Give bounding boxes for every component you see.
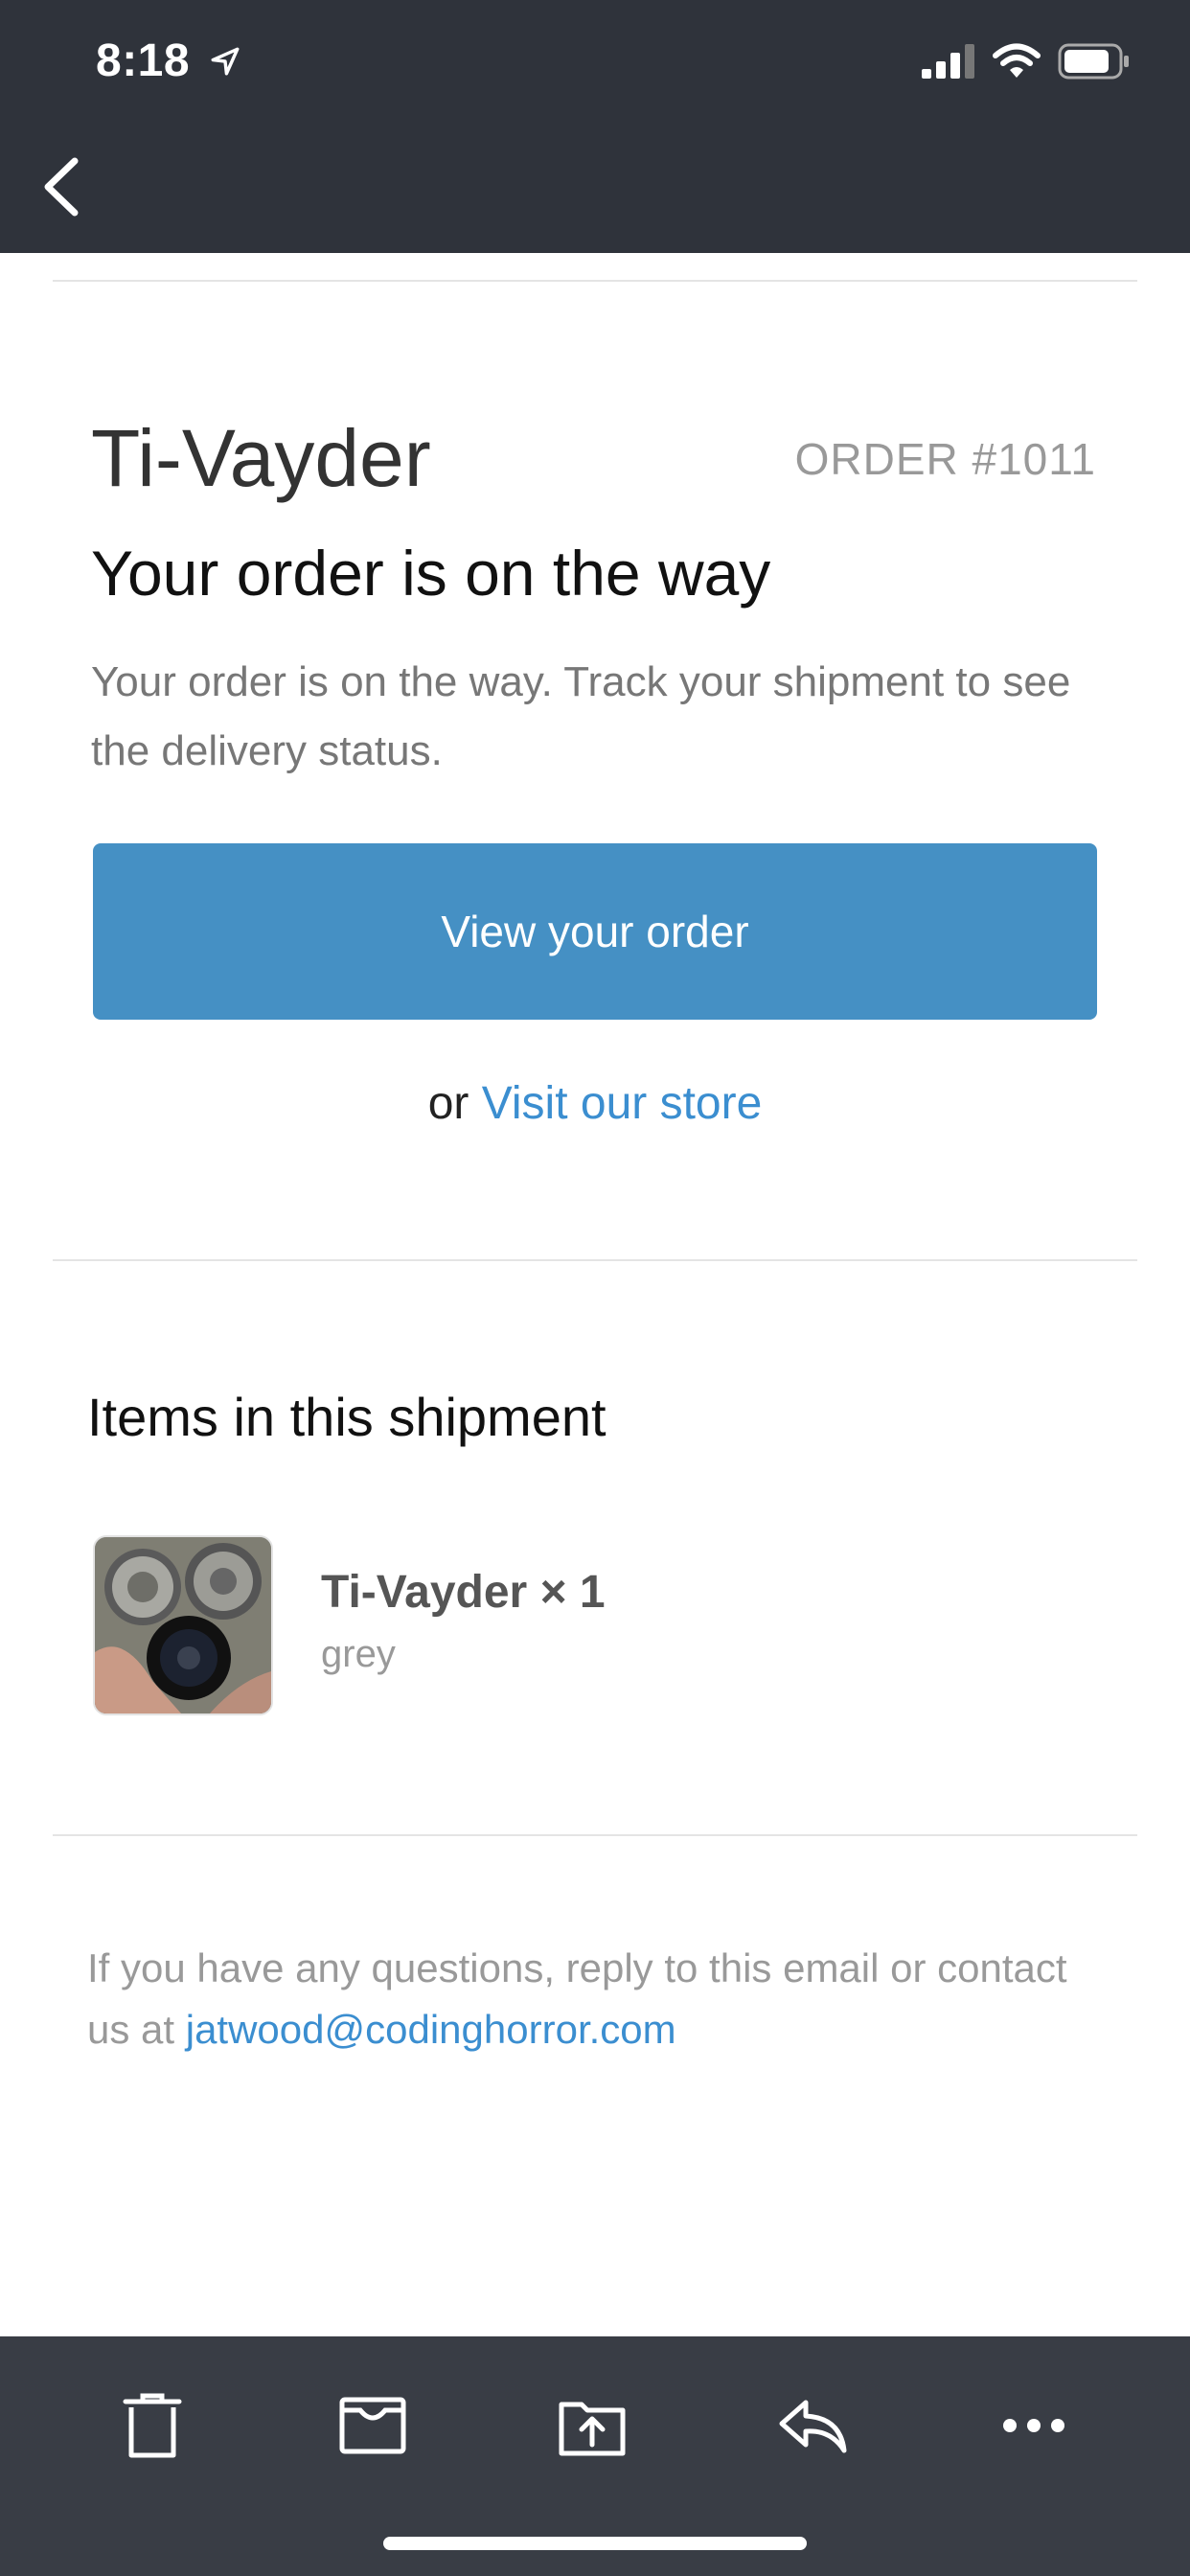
view-order-label: View your order: [441, 907, 749, 956]
reply-button[interactable]: [760, 2375, 865, 2480]
archive-icon: [339, 2397, 406, 2459]
shop-name: Ti-Vayder: [91, 413, 431, 503]
more-icon: [1000, 2416, 1067, 2440]
section-divider: [53, 1259, 1137, 1261]
more-button[interactable]: [981, 2375, 1087, 2480]
item-variant: grey: [321, 1633, 396, 1675]
footer-divider: [53, 1834, 1137, 1836]
cellular-signal-icon: [922, 43, 975, 83]
trash-icon: [122, 2392, 183, 2464]
delete-button[interactable]: [100, 2375, 205, 2480]
reply-icon: [777, 2397, 848, 2459]
back-button[interactable]: [38, 153, 96, 220]
order-number: ORDER #1011: [794, 434, 1096, 484]
item-title: Ti-Vayder × 1: [321, 1567, 606, 1618]
email-headline: Your order is on the way: [91, 538, 771, 609]
location-arrow-icon: [209, 42, 241, 84]
status-icons: [922, 43, 1131, 84]
top-divider: [53, 280, 1137, 282]
or-text: or: [427, 1078, 469, 1129]
battery-icon: [1058, 43, 1131, 84]
status-time: 8:18: [96, 34, 241, 87]
footer-contact-text: If you have any questions, reply to this…: [87, 1938, 1103, 2060]
home-indicator[interactable]: [383, 2537, 807, 2550]
view-order-button[interactable]: View your order: [93, 843, 1097, 1020]
move-button[interactable]: [539, 2375, 645, 2480]
visit-store-line: or Visit our store: [0, 1077, 1190, 1130]
archive-button[interactable]: [320, 2375, 425, 2480]
top-bar: 8:18: [0, 0, 1190, 253]
email-body-text: Your order is on the way. Track your shi…: [91, 658, 1071, 774]
visit-store-link[interactable]: Visit our store: [482, 1078, 763, 1129]
status-time-text: 8:18: [96, 35, 191, 86]
wifi-icon: [993, 43, 1041, 84]
move-to-folder-icon: [559, 2395, 626, 2461]
contact-email-link[interactable]: jatwood@codinghorror.com: [186, 2007, 676, 2052]
product-photo: [95, 1537, 271, 1714]
chevron-left-icon: [38, 157, 86, 224]
product-thumbnail[interactable]: [93, 1535, 273, 1715]
items-section-title: Items in this shipment: [87, 1387, 606, 1447]
